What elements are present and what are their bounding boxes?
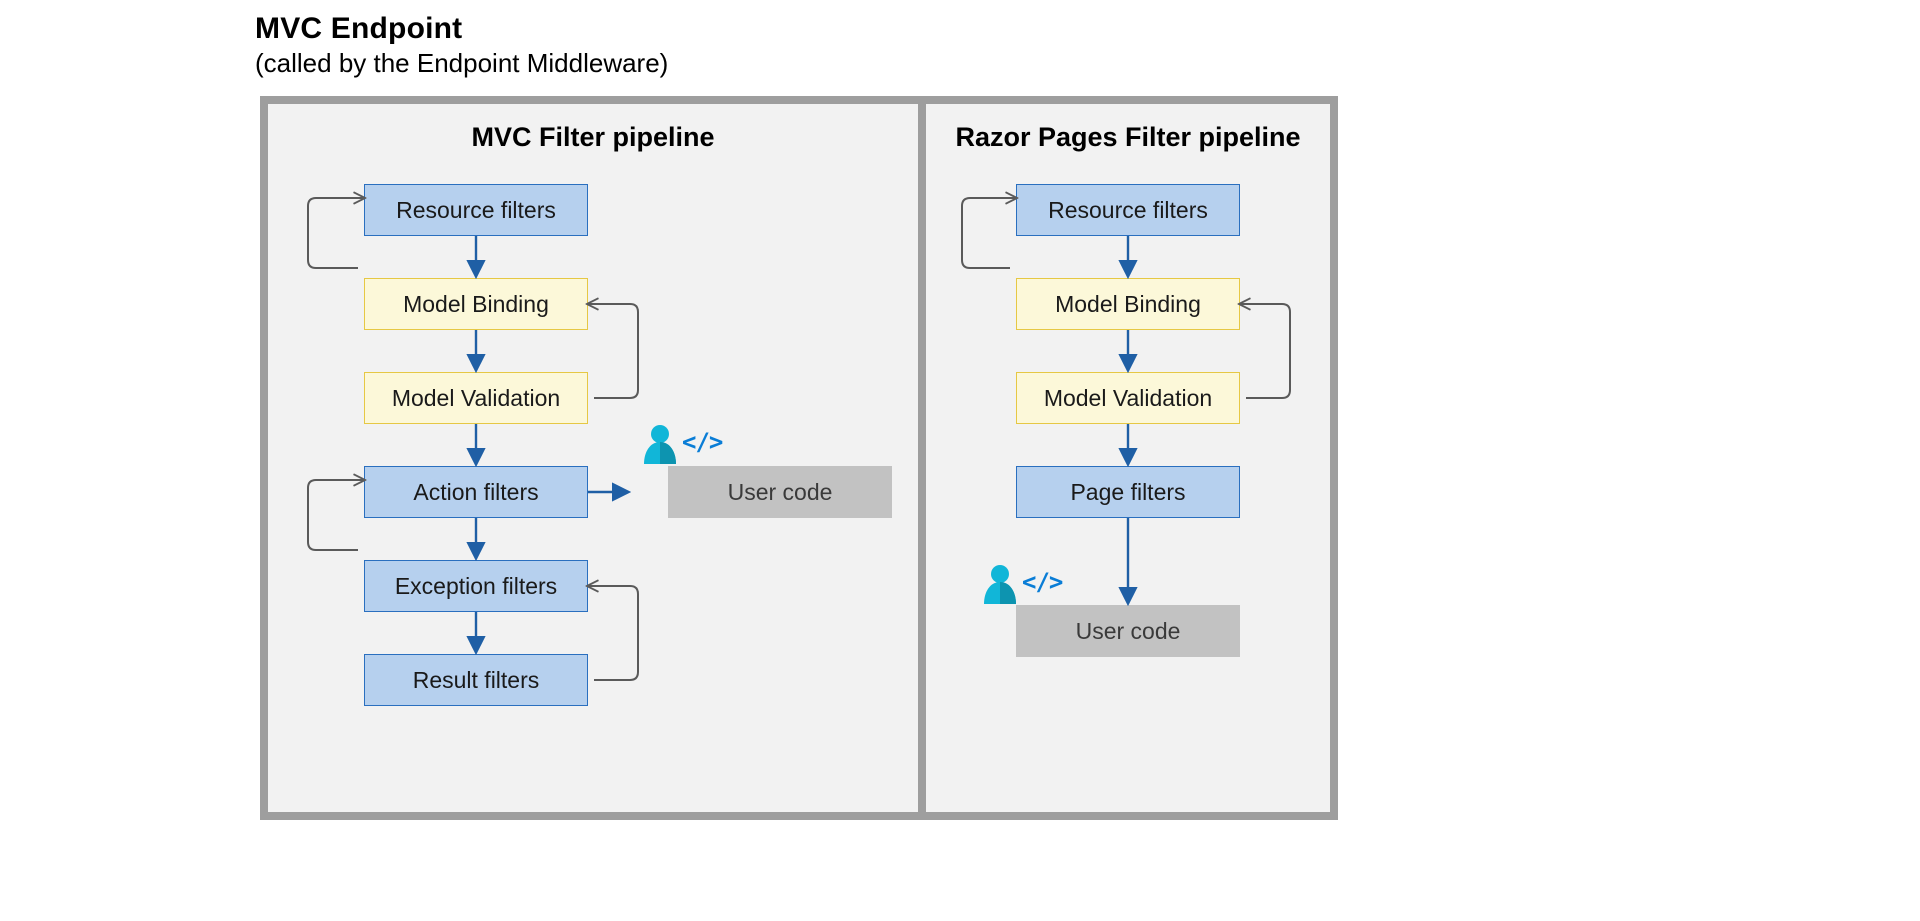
razor-pane-title: Razor Pages Filter pipeline xyxy=(926,122,1330,153)
mvc-model-validation-label: Model Validation xyxy=(392,385,560,412)
diagram-title: MVC Endpoint (called by the Endpoint Mid… xyxy=(255,12,668,79)
title-main: MVC Endpoint xyxy=(255,12,668,46)
razor-model-validation-box: Model Validation xyxy=(1016,372,1240,424)
mvc-user-code-label: User code xyxy=(728,479,833,506)
mvc-resource-filters-box: Resource filters xyxy=(364,184,588,236)
mvc-loop-action xyxy=(308,480,364,550)
mvc-loop-resource xyxy=(308,198,364,268)
razor-loop-validation-to-binding xyxy=(1240,304,1290,398)
code-glyph-icon: </> xyxy=(682,428,722,456)
mvc-pane-title: MVC Filter pipeline xyxy=(268,122,918,153)
razor-model-binding-box: Model Binding xyxy=(1016,278,1240,330)
mvc-exception-filters-label: Exception filters xyxy=(395,573,557,600)
razor-user-code-box: User code xyxy=(1016,605,1240,657)
mvc-loop-validation-to-binding xyxy=(588,304,638,398)
mvc-user-code-box: User code xyxy=(668,466,892,518)
mvc-model-binding-label: Model Binding xyxy=(403,291,549,318)
razor-model-validation-label: Model Validation xyxy=(1044,385,1212,412)
razor-resource-filters-label: Resource filters xyxy=(1048,197,1208,224)
diagram-frame: MVC Filter pipeline Razor Pages Filter p… xyxy=(260,96,1338,820)
mvc-result-filters-label: Result filters xyxy=(413,667,540,694)
title-sub: (called by the Endpoint Middleware) xyxy=(255,48,668,79)
mvc-model-validation-box: Model Validation xyxy=(364,372,588,424)
razor-loop-resource xyxy=(962,198,1016,268)
mvc-model-binding-box: Model Binding xyxy=(364,278,588,330)
mvc-loop-result-to-exception xyxy=(588,586,638,680)
razor-user-code-label: User code xyxy=(1076,618,1181,645)
mvc-resource-filters-label: Resource filters xyxy=(396,197,556,224)
mvc-action-filters-box: Action filters xyxy=(364,466,588,518)
mvc-action-filters-label: Action filters xyxy=(413,479,538,506)
developer-icon xyxy=(980,564,1020,604)
razor-page-filters-label: Page filters xyxy=(1070,479,1185,506)
razor-model-binding-label: Model Binding xyxy=(1055,291,1201,318)
razor-page-filters-box: Page filters xyxy=(1016,466,1240,518)
mvc-result-filters-box: Result filters xyxy=(364,654,588,706)
mvc-exception-filters-box: Exception filters xyxy=(364,560,588,612)
developer-icon xyxy=(640,424,680,464)
razor-resource-filters-box: Resource filters xyxy=(1016,184,1240,236)
pane-divider xyxy=(918,104,926,812)
code-glyph-icon: </> xyxy=(1022,568,1062,596)
